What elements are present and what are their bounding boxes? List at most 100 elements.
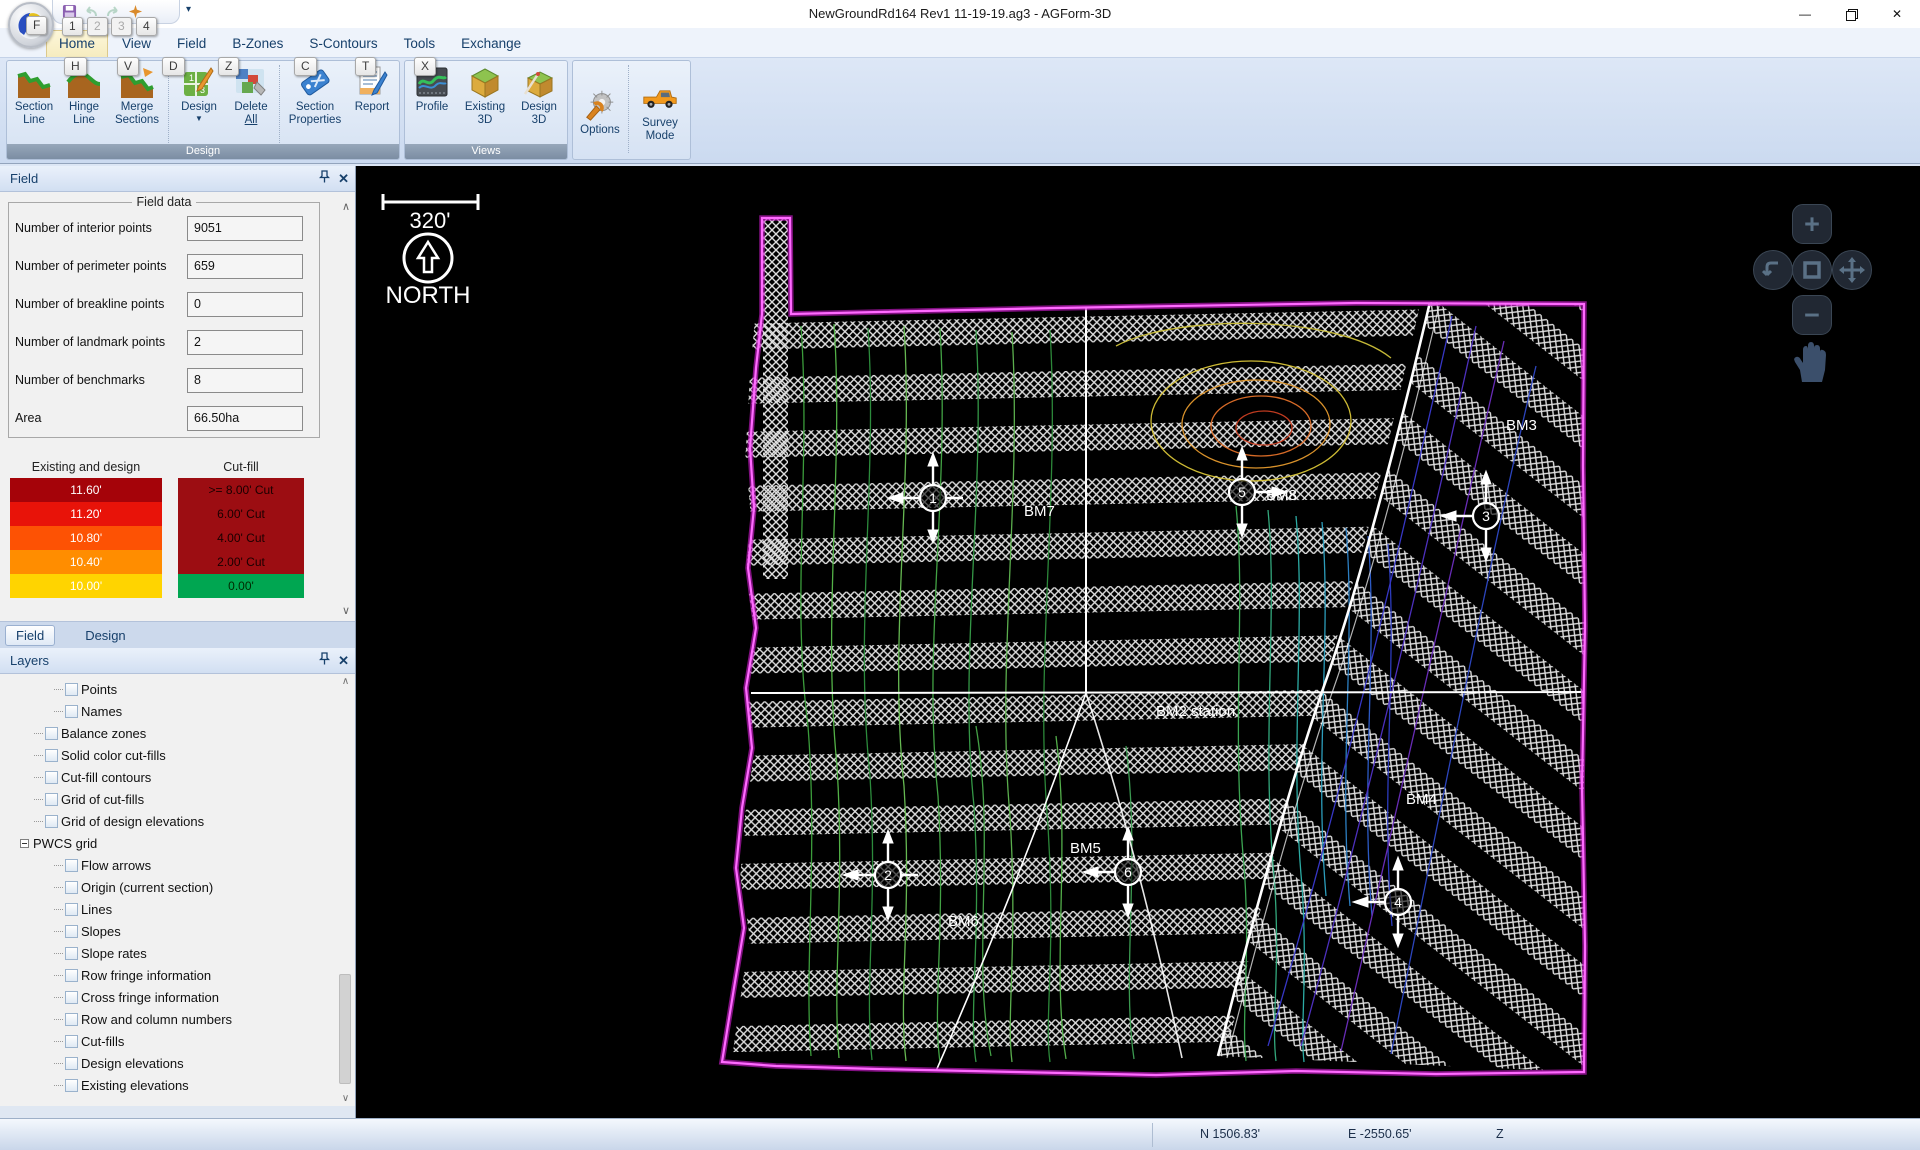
design-dropdown-arrow-icon: ▼ xyxy=(195,114,203,123)
tab-s-contours[interactable]: S-Contours xyxy=(297,31,389,57)
close-panel-icon[interactable]: ✕ xyxy=(338,648,349,674)
layers-scrollbar[interactable]: ∧ ∨ xyxy=(338,676,353,1104)
checkbox[interactable] xyxy=(45,814,58,828)
close-button[interactable]: ✕ xyxy=(1874,0,1920,28)
restore-icon xyxy=(1846,9,1858,21)
tree-collapse-icon[interactable] xyxy=(20,838,29,848)
breakline-points-field[interactable] xyxy=(187,291,303,317)
layer-item-row-fringe-information[interactable]: Row fringe information xyxy=(0,964,355,986)
checkbox[interactable] xyxy=(45,748,58,762)
scroll-down-icon[interactable]: ∨ xyxy=(338,1093,353,1104)
checkbox[interactable] xyxy=(65,858,78,872)
pin-icon[interactable] xyxy=(319,648,331,674)
scroll-down-icon[interactable]: ∨ xyxy=(342,604,350,617)
checkbox[interactable] xyxy=(45,726,58,740)
checkbox[interactable] xyxy=(65,990,78,1004)
restore-button[interactable] xyxy=(1828,0,1874,28)
checkbox[interactable] xyxy=(65,1078,78,1092)
scroll-up-icon[interactable]: ∧ xyxy=(342,200,350,213)
existing-design-legend-title: Existing and design xyxy=(31,460,141,474)
layer-item-grid-of-design-elevations[interactable]: Grid of design elevations xyxy=(0,810,355,832)
qat-customize-dropdown-icon[interactable]: ▾ xyxy=(186,4,191,15)
tab-exchange[interactable]: Exchange xyxy=(449,31,533,57)
checkbox[interactable] xyxy=(65,704,78,718)
svg-text:1: 1 xyxy=(929,490,937,506)
left-panel-column: Field ✕ Field data Number of interior po… xyxy=(0,166,356,1118)
zoom-in-button[interactable]: + xyxy=(1792,204,1832,244)
layer-item-cut-fill-contours[interactable]: Cut-fill contours xyxy=(0,766,355,788)
field-map-drawing: 320' NORTH 1 2 3 4 5 6 BM7 BM8 BM3 BM2 s… xyxy=(356,166,1920,1118)
pan-button[interactable] xyxy=(1832,250,1872,290)
existing-3d-icon xyxy=(467,63,503,101)
legend-row: 6.00' Cut xyxy=(178,502,304,526)
tab-field[interactable]: Field xyxy=(165,31,218,57)
minimize-button[interactable]: — xyxy=(1782,0,1828,28)
section-line-button[interactable]: Section Line xyxy=(9,63,59,145)
layer-item-design-elevations[interactable]: Design elevations xyxy=(0,1052,355,1074)
legend-row: 0.00' xyxy=(178,574,304,598)
tab-b-zones[interactable]: B-Zones xyxy=(220,31,295,57)
layer-item-origin-current-section[interactable]: Origin (current section) xyxy=(0,876,355,898)
checkbox[interactable] xyxy=(65,968,78,982)
checkbox[interactable] xyxy=(65,682,78,696)
layer-item-flow-arrows[interactable]: Flow arrows xyxy=(0,854,355,876)
options-button[interactable]: Options xyxy=(575,63,625,159)
checkbox[interactable] xyxy=(65,1056,78,1070)
layer-item-row-and-column-numbers[interactable]: Row and column numbers xyxy=(0,1008,355,1030)
keytip-4: 4 xyxy=(136,17,157,36)
checkbox[interactable] xyxy=(65,946,78,960)
scrollbar-thumb[interactable] xyxy=(339,974,351,1084)
layer-item-slope-rates[interactable]: Slope rates xyxy=(0,942,355,964)
elevation-readout: Z xyxy=(1496,1127,1504,1141)
layer-item-pwcs-grid[interactable]: PWCS grid xyxy=(0,832,355,854)
pin-icon[interactable] xyxy=(319,166,331,192)
grab-hand-icon[interactable] xyxy=(1790,342,1830,382)
layer-item-grid-of-cut-fills[interactable]: Grid of cut-fills xyxy=(0,788,355,810)
legend-row: 4.00' Cut xyxy=(178,526,304,550)
panel-tab-design[interactable]: Design xyxy=(75,626,135,645)
checkbox[interactable] xyxy=(45,770,58,784)
svg-text:5: 5 xyxy=(1238,484,1246,500)
panel-tab-field[interactable]: Field xyxy=(5,624,56,646)
layer-item-existing-elevations[interactable]: Existing elevations xyxy=(0,1074,355,1096)
layer-item-solid-color-cut-fills[interactable]: Solid color cut-fills xyxy=(0,744,355,766)
zoom-out-button[interactable]: − xyxy=(1792,295,1832,335)
layer-item-names[interactable]: Names xyxy=(0,700,355,722)
close-panel-icon[interactable]: ✕ xyxy=(338,166,349,192)
scroll-up-icon[interactable]: ∧ xyxy=(338,676,353,687)
area-field[interactable] xyxy=(187,405,303,431)
tab-tools[interactable]: Tools xyxy=(392,31,448,57)
layer-item-slopes[interactable]: Slopes xyxy=(0,920,355,942)
field-panel-header: Field ✕ xyxy=(0,166,355,192)
benchmarks-field[interactable] xyxy=(187,367,303,393)
layer-item-cross-fringe-information[interactable]: Cross fringe information xyxy=(0,986,355,1008)
scale-label: 320' xyxy=(410,208,451,233)
zoom-extents-button[interactable] xyxy=(1792,250,1832,290)
svg-text:6: 6 xyxy=(1124,864,1132,880)
checkbox[interactable] xyxy=(65,1012,78,1026)
layer-item-points[interactable]: Points xyxy=(0,678,355,700)
survey-mode-button[interactable]: Survey Mode xyxy=(632,63,688,159)
layer-item-balance-zones[interactable]: Balance zones xyxy=(0,722,355,744)
layers-tree: Points Names Balance zones Solid color c… xyxy=(0,674,355,1106)
checkbox[interactable] xyxy=(65,902,78,916)
checkbox[interactable] xyxy=(65,1034,78,1048)
layer-item-lines[interactable]: Lines xyxy=(0,898,355,920)
map-canvas[interactable]: 320' NORTH 1 2 3 4 5 6 BM7 BM8 BM3 BM2 s… xyxy=(356,166,1920,1118)
northing-readout: N 1506.83' xyxy=(1200,1127,1261,1141)
checkbox[interactable] xyxy=(45,792,58,806)
benchmark-label: BM2 station xyxy=(1156,703,1235,720)
layer-item-cut-fills[interactable]: Cut-fills xyxy=(0,1030,355,1052)
keytip-1: 1 xyxy=(62,17,83,36)
landmark-points-field[interactable] xyxy=(187,329,303,355)
window-title: NewGroundRd164 Rev1 11-19-19.ag3 - AGFor… xyxy=(808,6,1112,21)
rotate-view-button[interactable] xyxy=(1753,250,1793,290)
status-bar: N 1506.83' E -2550.65' Z xyxy=(0,1118,1920,1150)
design-3d-button[interactable]: Design 3D xyxy=(513,63,565,145)
perimeter-points-field[interactable] xyxy=(187,253,303,279)
checkbox[interactable] xyxy=(65,924,78,938)
title-bar: NewGroundRd164 Rev1 11-19-19.ag3 - AGFor… xyxy=(0,0,1920,28)
interior-points-field[interactable] xyxy=(187,215,303,241)
existing-3d-button[interactable]: Existing 3D xyxy=(457,63,513,145)
checkbox[interactable] xyxy=(65,880,78,894)
